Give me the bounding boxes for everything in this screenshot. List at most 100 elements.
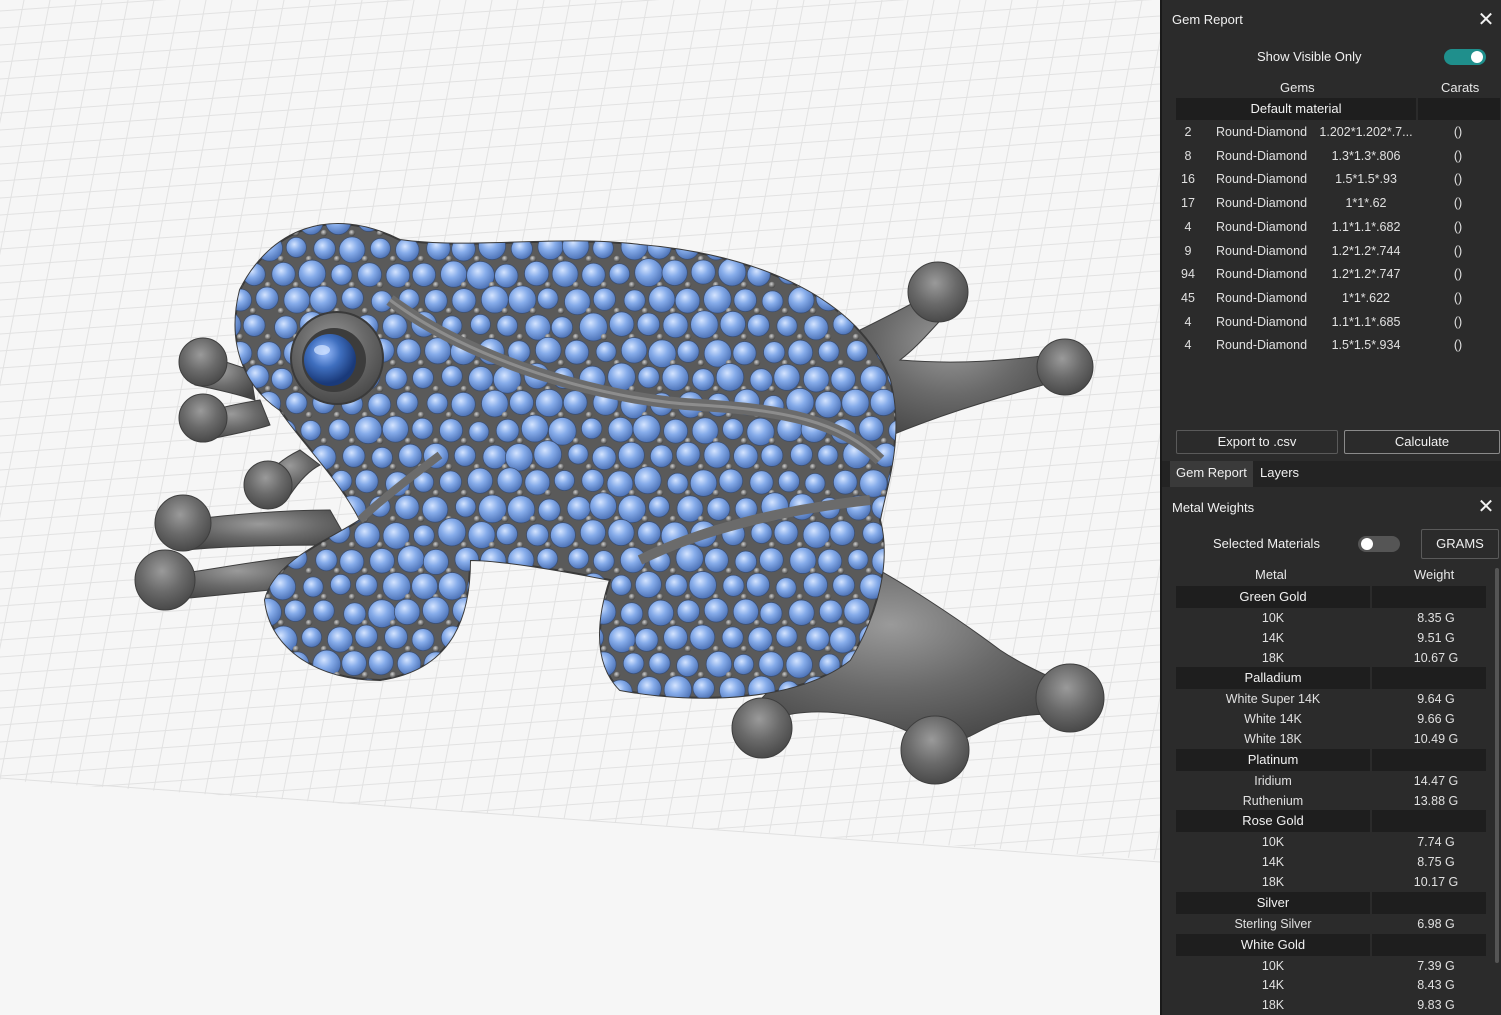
gem-shape: Round-Diamond [1216,338,1308,353]
metal-scrollbar[interactable] [1495,568,1499,963]
metal-row[interactable]: 18K 10.17 G [1176,872,1486,892]
gem-size: 1.2*1.2*.747 [1331,267,1401,282]
gem-carats: () [1453,148,1463,163]
metal-row[interactable]: 18K 10.67 G [1176,648,1486,668]
metal-group-name: White Gold [1240,936,1306,952]
gem-row[interactable]: 17 Round-Diamond 1*1*.62 () [1176,192,1486,216]
export-csv-button[interactable]: Export to .csv [1176,430,1338,454]
gem-row[interactable]: 94 Round-Diamond 1.2*1.2*.747 () [1176,263,1486,287]
metal-name: 18K [1261,875,1285,889]
gem-row[interactable]: 8 Round-Diamond 1.3*1.3*.806 () [1176,145,1486,169]
metal-weight: 8.35 G [1417,611,1455,625]
metal-row[interactable]: 18K 9.83 G [1176,995,1486,1015]
metal-row[interactable]: White 14K 9.66 G [1176,709,1486,729]
metal-row[interactable]: White Super 14K 9.64 G [1176,689,1486,709]
close-icon[interactable]: ✕ [1477,497,1495,517]
show-visible-toggle[interactable] [1444,49,1486,65]
tab-layers[interactable]: Layers [1254,461,1305,487]
metal-group-bar[interactable]: Silver [1176,891,1486,914]
gem-carats: () [1453,338,1463,353]
metal-row[interactable]: 14K 8.43 G [1176,975,1486,995]
gem-row[interactable]: 16 Round-Diamond 1.5*1.5*.93 () [1176,168,1486,192]
metal-name: Ruthenium [1242,793,1304,808]
metal-name: White 14K [1244,712,1302,727]
gem-size: 1.2*1.2*.744 [1331,243,1401,258]
3d-viewport[interactable] [0,0,1160,1015]
gem-shape: Round-Diamond [1216,196,1308,211]
metal-group-bar[interactable]: Green Gold [1176,586,1486,608]
metal-row[interactable]: White 18K 10.49 G [1176,729,1486,749]
calculate-button[interactable]: Calculate [1344,430,1500,454]
gem-group-bar: Default material [1176,98,1500,120]
gem-size: 1*1*.62 [1345,196,1387,211]
gem-shape: Round-Diamond [1216,314,1308,329]
toggle-knob [1471,51,1483,63]
gem-carats: () [1453,172,1463,187]
gem-row[interactable]: 9 Round-Diamond 1.2*1.2*.744 () [1176,240,1486,264]
metal-weight: 7.39 G [1417,958,1455,973]
gem-qty: 9 [1184,243,1192,258]
metal-name: 18K [1261,650,1285,665]
tab-gem-report[interactable]: Gem Report [1170,461,1253,487]
metal-name: Sterling Silver [1234,916,1312,931]
gem-size: 1.1*1.1*.685 [1331,314,1401,329]
metal-row[interactable]: 10K 8.35 G [1176,608,1486,628]
col-gems-header: Gems [1280,80,1315,95]
selected-materials-toggle[interactable] [1358,536,1400,552]
gem-row[interactable]: 4 Round-Diamond 1.1*1.1*.685 () [1176,311,1486,335]
gem-shape: Round-Diamond [1216,243,1308,258]
gem-qty: 17 [1181,196,1195,211]
metal-group-bar[interactable]: Platinum [1176,748,1486,771]
metal-weight: 10.49 G [1413,732,1459,746]
gem-carats: () [1453,125,1463,139]
metal-group-bar[interactable]: Palladium [1176,667,1486,690]
frog-model[interactable] [0,0,1160,1015]
gem-row[interactable]: 2 Round-Diamond 1.202*1.202*.7... () [1176,121,1486,145]
metal-row[interactable]: 10K 7.39 G [1176,956,1486,976]
gem-qty: 16 [1181,172,1195,187]
gem-row[interactable]: 4 Round-Diamond 1.5*1.5*.934 () [1176,334,1486,358]
gem-carats: () [1453,290,1463,305]
show-visible-label: Show Visible Only [1257,49,1362,64]
gem-qty: 8 [1184,148,1192,163]
gem-row[interactable]: 45 Round-Diamond 1*1*.622 () [1176,287,1486,311]
metal-row[interactable]: Sterling Silver 6.98 G [1176,914,1486,934]
metal-group-bar[interactable]: Rose Gold [1176,810,1486,833]
units-button[interactable]: GRAMS [1421,529,1499,559]
metal-weight: 7.74 G [1417,835,1455,850]
metal-weights-title: Metal Weights [1172,500,1255,515]
gem-qty: 45 [1181,290,1195,305]
metal-name: 14K [1261,978,1285,993]
metal-weight: 8.75 G [1417,855,1455,870]
gem-row[interactable]: 4 Round-Diamond 1.1*1.1*.682 () [1176,216,1486,240]
metal-weight: 9.66 G [1417,712,1455,727]
metal-weight: 10.17 G [1413,875,1459,889]
metal-name: 14K [1261,630,1285,645]
metal-name: White Super 14K [1225,692,1321,707]
gem-size: 1*1*.622 [1342,290,1390,305]
gem-size: 1.5*1.5*.93 [1335,172,1397,187]
metal-row[interactable]: 10K 7.74 G [1176,832,1486,852]
gem-group-name: Default material [1250,101,1342,116]
metal-row[interactable]: Iridium 14.47 G [1176,771,1486,791]
metal-weight: 6.98 G [1417,916,1455,931]
col-metal-header: Metal [1255,567,1287,582]
metal-group-bar[interactable]: White Gold [1176,933,1486,956]
close-icon[interactable]: ✕ [1477,10,1495,30]
gem-report-title: Gem Report [1172,12,1243,27]
gem-size: 1.202*1.202*.7... [1319,125,1413,139]
metal-name: 18K [1261,998,1285,1013]
gem-carats: () [1453,267,1463,282]
gem-qty: 4 [1184,219,1192,234]
metal-weight: 13.88 G [1413,793,1459,808]
toggle-knob [1361,538,1373,550]
metal-group-name: Rose Gold [1242,813,1304,829]
selected-materials-label: Selected Materials [1213,536,1320,551]
metal-row[interactable]: 14K 8.75 G [1176,852,1486,872]
gem-size: 1.5*1.5*.934 [1331,338,1401,353]
metal-row[interactable]: 14K 9.51 G [1176,628,1486,648]
metal-name: 14K [1261,855,1285,870]
metal-weight: 8.43 G [1417,978,1455,993]
metal-row[interactable]: Ruthenium 13.88 G [1176,791,1486,811]
gem-shape: Round-Diamond [1216,267,1308,282]
